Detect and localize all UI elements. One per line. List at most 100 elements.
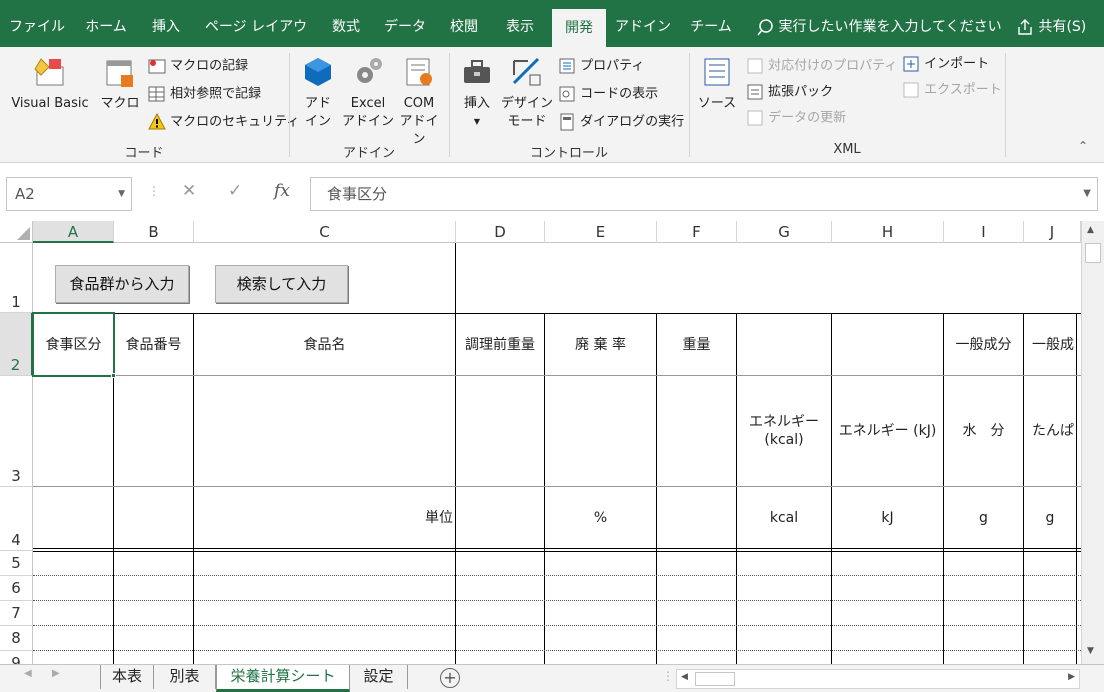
cell-b2[interactable]: 食品番号	[114, 314, 193, 375]
tab-developer[interactable]: 開発	[552, 9, 606, 47]
scroll-left-icon[interactable]: ◀	[24, 668, 32, 679]
excel-addins-button[interactable]: Excel アドイン	[342, 55, 394, 131]
xml-source-button[interactable]: ソース	[694, 55, 740, 113]
chevron-down-icon[interactable]: ▼	[118, 178, 125, 210]
macro-security-button[interactable]: マクロのセキュリティ	[148, 113, 299, 132]
visual-basic-button[interactable]: Visual Basic	[4, 55, 96, 113]
scroll-thumb[interactable]	[1085, 243, 1101, 263]
row-header-2[interactable]: 2	[0, 313, 33, 376]
column-header-g[interactable]: G	[737, 221, 832, 243]
design-mode-label-1: デザイン	[500, 96, 553, 111]
row-header-5[interactable]: 5	[0, 551, 33, 576]
macros-button[interactable]: マクロ	[98, 55, 142, 113]
insert-function-icon[interactable]: fx	[274, 181, 290, 201]
sheet-tab-settings[interactable]: 設定	[350, 665, 408, 689]
design-mode-button[interactable]: デザイン モード	[500, 55, 554, 131]
tab-page-layout[interactable]: ページ レイアウト	[198, 12, 314, 65]
select-all-corner[interactable]	[0, 221, 33, 243]
row-header-1[interactable]: 1	[0, 243, 33, 313]
tab-data[interactable]: データ	[378, 12, 432, 47]
record-macro-button[interactable]: マクロの記録	[148, 57, 248, 76]
scroll-right-icon[interactable]: ▶	[1068, 672, 1075, 682]
addins-button[interactable]: アド イン	[296, 55, 340, 131]
cell-a2[interactable]: 食事区分	[34, 314, 113, 375]
formula-input[interactable]: 食事区分 ▼	[310, 177, 1098, 211]
column-header-b[interactable]: B	[114, 221, 194, 243]
collapse-ribbon-icon[interactable]: ⌃	[1078, 139, 1088, 153]
sheet-tab-appendix[interactable]: 別表	[154, 665, 216, 689]
row-header-4[interactable]: 4	[0, 487, 33, 551]
column-header-j[interactable]: J	[1024, 221, 1081, 243]
tab-team[interactable]: チーム	[682, 12, 740, 47]
tab-formulas[interactable]: 数式	[322, 12, 370, 47]
horizontal-scrollbar[interactable]: ◀ ▶	[676, 669, 1080, 689]
column-header-f[interactable]: F	[657, 221, 737, 243]
column-header-a[interactable]: A	[33, 221, 114, 243]
row-header-3[interactable]: 3	[0, 376, 33, 487]
vertical-scrollbar[interactable]: ▲ ▼	[1081, 221, 1104, 664]
row-header-8[interactable]: 8	[0, 626, 33, 651]
export-button[interactable]: エクスポート	[902, 81, 1002, 100]
tab-addins[interactable]: アドイン	[612, 12, 674, 47]
worksheet-grid[interactable]: A B C D E F G H I J 1 2 3 4 5 6 7 8 9 食品…	[0, 221, 1081, 664]
cell-g4[interactable]: kcal	[737, 487, 831, 548]
insert-control-button[interactable]: 挿入 ▼	[454, 55, 500, 131]
cell-c2[interactable]: 食品名	[194, 314, 455, 375]
column-header-i[interactable]: I	[944, 221, 1024, 243]
scroll-right-icon[interactable]: ▶	[52, 668, 60, 679]
tab-file[interactable]: ファイル	[6, 12, 68, 47]
column-header-e[interactable]: E	[545, 221, 657, 243]
scroll-up-icon[interactable]: ▲	[1087, 225, 1094, 235]
view-code-icon	[559, 86, 575, 102]
cancel-icon[interactable]: ✕	[182, 181, 196, 201]
share-button[interactable]: 共有(S)	[1016, 12, 1086, 42]
input-from-food-group-button[interactable]: 食品群から入力	[55, 265, 189, 303]
cell-i2[interactable]: 一般成分	[944, 314, 1023, 375]
column-header-d[interactable]: D	[456, 221, 545, 243]
cell-h3[interactable]: エネルギー (kJ)	[832, 376, 943, 486]
tab-view[interactable]: 表示	[496, 12, 544, 47]
share-icon	[1018, 19, 1032, 35]
tab-review[interactable]: 校閲	[440, 12, 488, 47]
cell-j2[interactable]: 一般成	[1024, 314, 1076, 375]
cell-f2[interactable]: 重量	[657, 314, 736, 375]
cell-e4[interactable]: %	[545, 487, 656, 548]
scroll-down-icon[interactable]: ▼	[1087, 646, 1094, 656]
add-sheet-icon[interactable]: +	[440, 668, 460, 688]
scroll-thumb[interactable]	[695, 672, 735, 686]
cell-c4[interactable]: 単位	[194, 487, 453, 548]
cell-g3[interactable]: エネルギー (kcal)	[737, 376, 831, 486]
map-properties-button[interactable]: 対応付けのプロパティ	[746, 57, 897, 76]
cell-h4[interactable]: kJ	[832, 487, 943, 548]
column-header-c[interactable]: C	[194, 221, 456, 243]
tab-home[interactable]: ホーム	[78, 12, 134, 47]
relative-ref-button[interactable]: 相対参照で記録	[148, 85, 261, 104]
tab-insert[interactable]: 挿入	[140, 12, 192, 47]
sheet-tab-nutrition[interactable]: 栄養計算シート	[216, 665, 350, 692]
row-header-6[interactable]: 6	[0, 576, 33, 601]
resize-handle-icon[interactable]: ⋮	[662, 669, 674, 683]
refresh-data-button[interactable]: データの更新	[746, 109, 846, 128]
cell-i3[interactable]: 水 分	[944, 376, 1023, 486]
search-input-button[interactable]: 検索して入力	[215, 265, 348, 303]
cell-j3[interactable]: たんぱく	[1024, 376, 1076, 486]
tell-me-box[interactable]: 実行したい作業を入力してください	[756, 12, 1002, 42]
scroll-left-icon[interactable]: ◀	[681, 672, 688, 682]
chevron-down-icon[interactable]: ▼	[1083, 178, 1091, 210]
enter-icon[interactable]: ✓	[228, 181, 242, 201]
import-button[interactable]: インポート	[902, 55, 989, 74]
sheet-tab-main[interactable]: 本表	[100, 665, 154, 689]
row-header-7[interactable]: 7	[0, 601, 33, 626]
column-header-h[interactable]: H	[832, 221, 944, 243]
cell-d2[interactable]: 調理前重量	[456, 314, 544, 375]
com-addins-button[interactable]: COM アドイン	[394, 55, 444, 149]
cell-i4[interactable]: g	[944, 487, 1023, 548]
expansion-packs-button[interactable]: 拡張パック	[746, 83, 833, 102]
cell-j4[interactable]: g	[1024, 487, 1076, 548]
name-box[interactable]: A2 ▼	[6, 177, 132, 211]
row-header-9[interactable]: 9	[0, 651, 33, 664]
properties-button[interactable]: プロパティ	[558, 57, 644, 76]
run-dialog-button[interactable]: ダイアログの実行	[558, 113, 684, 132]
view-code-button[interactable]: コードの表示	[558, 85, 658, 104]
cell-e2[interactable]: 廃 棄 率	[545, 314, 656, 375]
